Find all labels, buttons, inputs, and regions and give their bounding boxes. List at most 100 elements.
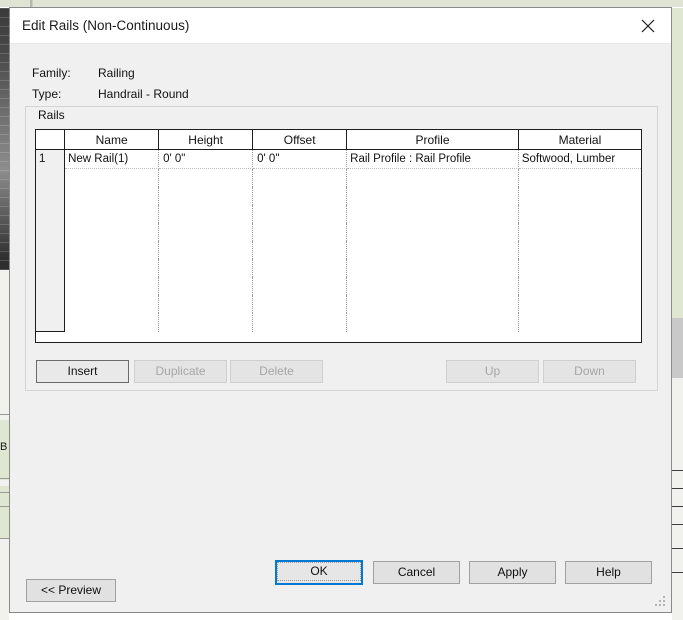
cell-empty[interactable] [518, 259, 641, 277]
cell-empty[interactable] [518, 187, 641, 205]
cell-name[interactable]: New Rail(1) [64, 149, 160, 169]
cell-empty[interactable] [158, 187, 254, 205]
column-header-name[interactable]: Name [64, 130, 160, 150]
row-index-empty[interactable] [36, 277, 66, 295]
table-row-empty[interactable] [36, 277, 641, 295]
table-row-empty[interactable] [36, 223, 641, 241]
table-row-empty[interactable] [36, 295, 641, 313]
cell-empty[interactable] [252, 241, 348, 259]
background-left-dark-panel [0, 8, 9, 270]
delete-button[interactable]: Delete [230, 360, 323, 383]
apply-button[interactable]: Apply [469, 561, 556, 584]
cell-empty[interactable] [346, 187, 519, 205]
cell-empty[interactable] [64, 205, 160, 223]
cell-empty[interactable] [64, 259, 160, 277]
table-row-empty[interactable] [36, 241, 641, 259]
column-header-profile[interactable]: Profile [346, 130, 519, 150]
cell-empty[interactable] [518, 241, 641, 259]
cell-empty[interactable] [64, 168, 160, 187]
table-row-empty[interactable] [36, 168, 641, 187]
cell-empty[interactable] [346, 241, 519, 259]
cell-empty[interactable] [346, 259, 519, 277]
ok-button-label: OK [277, 562, 361, 581]
cell-profile[interactable]: Rail Profile : Rail Profile [346, 149, 519, 169]
cell-empty[interactable] [64, 295, 160, 313]
cell-empty[interactable] [252, 313, 348, 332]
cell-empty[interactable] [346, 313, 519, 332]
background-left-green-band-2 [0, 486, 9, 538]
column-header-offset[interactable]: Offset [252, 130, 348, 150]
move-down-button[interactable]: Down [543, 360, 636, 383]
background-left-rule [0, 414, 9, 415]
cell-empty[interactable] [346, 295, 519, 313]
cell-empty[interactable] [518, 295, 641, 313]
row-index-empty[interactable] [36, 259, 66, 277]
ok-button[interactable]: OK [275, 560, 363, 585]
rails-grid: Name Height Offset Profile Material 1 Ne… [36, 130, 641, 332]
cell-empty[interactable] [518, 168, 641, 187]
table-row-empty[interactable] [36, 205, 641, 223]
table-row-empty[interactable] [36, 259, 641, 277]
cell-empty[interactable] [518, 313, 641, 332]
dialog-titlebar: Edit Rails (Non-Continuous) [10, 8, 671, 44]
duplicate-button[interactable]: Duplicate [134, 360, 227, 383]
cell-empty[interactable] [64, 241, 160, 259]
rails-table[interactable]: Name Height Offset Profile Material 1 Ne… [35, 129, 642, 343]
cell-offset[interactable]: 0' 0" [252, 149, 348, 169]
row-index-empty[interactable] [36, 295, 66, 313]
row-index-empty[interactable] [36, 205, 66, 223]
column-header-material[interactable]: Material [518, 130, 641, 150]
resize-grip[interactable] [655, 596, 668, 609]
row-index-empty[interactable] [36, 223, 66, 241]
dialog-title: Edit Rails (Non-Continuous) [22, 18, 190, 33]
background-right-rule [672, 548, 683, 549]
cell-empty[interactable] [64, 277, 160, 295]
cell-empty[interactable] [346, 277, 519, 295]
cell-empty[interactable] [346, 168, 519, 187]
family-label: Family: [32, 66, 71, 80]
cell-empty[interactable] [252, 259, 348, 277]
cell-empty[interactable] [158, 241, 254, 259]
cell-empty[interactable] [158, 223, 254, 241]
cell-empty[interactable] [518, 205, 641, 223]
cell-empty[interactable] [158, 259, 254, 277]
cell-empty[interactable] [252, 187, 348, 205]
cell-empty[interactable] [64, 313, 160, 332]
cell-empty[interactable] [518, 277, 641, 295]
row-index-empty[interactable] [36, 313, 66, 332]
row-index-empty[interactable] [36, 168, 66, 187]
cell-empty[interactable] [64, 223, 160, 241]
cell-empty[interactable] [252, 277, 348, 295]
table-row-empty[interactable] [36, 187, 641, 205]
cell-empty[interactable] [252, 168, 348, 187]
column-header-index[interactable] [36, 130, 66, 150]
move-up-button[interactable]: Up [446, 360, 539, 383]
help-button[interactable]: Help [565, 561, 652, 584]
row-index-empty[interactable] [36, 241, 66, 259]
insert-button[interactable]: Insert [36, 360, 129, 383]
cell-empty[interactable] [252, 295, 348, 313]
screen: B Edit Rails (Non-Continuous) Family: Ra… [0, 0, 683, 620]
cell-material[interactable]: Softwood, Lumber [518, 149, 641, 169]
cell-empty[interactable] [158, 205, 254, 223]
row-index[interactable]: 1 [36, 149, 66, 169]
cell-empty[interactable] [252, 223, 348, 241]
cell-empty[interactable] [252, 205, 348, 223]
column-header-height[interactable]: Height [158, 130, 254, 150]
cell-height[interactable]: 0' 0" [158, 149, 254, 169]
close-button[interactable] [626, 8, 671, 42]
cell-empty[interactable] [158, 313, 254, 332]
cell-empty[interactable] [346, 205, 519, 223]
cell-empty[interactable] [158, 295, 254, 313]
background-right-rule [672, 572, 683, 573]
table-row-empty[interactable] [36, 313, 641, 332]
cell-empty[interactable] [518, 223, 641, 241]
cell-empty[interactable] [64, 187, 160, 205]
cell-empty[interactable] [158, 168, 254, 187]
cell-empty[interactable] [346, 223, 519, 241]
cancel-button[interactable]: Cancel [373, 561, 460, 584]
row-index-empty[interactable] [36, 187, 66, 205]
cell-empty[interactable] [158, 277, 254, 295]
preview-toggle-button[interactable]: << Preview [26, 579, 116, 602]
table-row[interactable]: 1 New Rail(1) 0' 0" 0' 0" Rail Profile :… [36, 149, 641, 169]
